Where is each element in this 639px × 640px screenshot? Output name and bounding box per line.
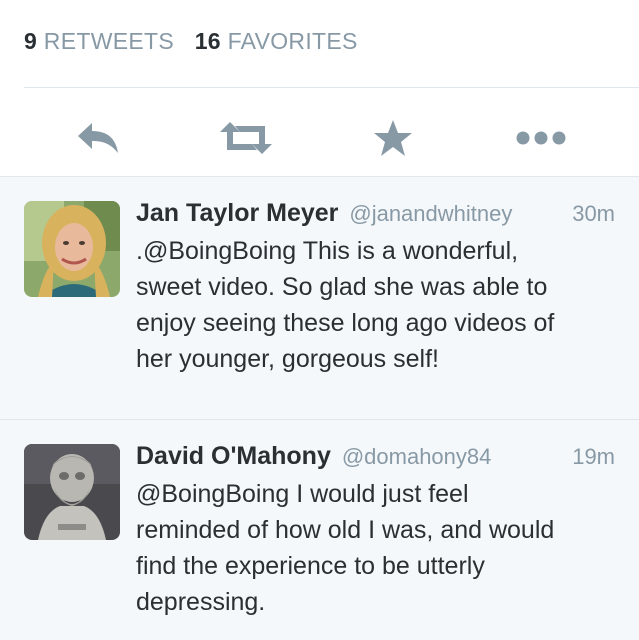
favorites-label[interactable]: FAVORITES (228, 28, 358, 54)
more-icon (516, 131, 566, 145)
timestamp: 30m (572, 201, 615, 226)
author-name[interactable]: David O'Mahony (136, 442, 331, 470)
reply-text-line: enjoy seeing these long ago videos of (136, 309, 555, 337)
reply-text-line: .@BoingBoing This is a wonderful, (136, 237, 519, 265)
avatar[interactable] (24, 201, 120, 297)
more-button[interactable] (513, 110, 569, 166)
retweet-icon (220, 122, 272, 154)
retweets-count[interactable]: 9 (24, 28, 37, 54)
author-handle[interactable]: @janandwhitney (349, 201, 512, 226)
tweet-action-bar (0, 100, 639, 176)
replies-list: Jan Taylor Meyer @janandwhitney 30m .@Bo… (0, 176, 639, 640)
star-icon (374, 120, 412, 156)
avatar-image-bust (24, 444, 120, 540)
favorite-button[interactable] (365, 110, 421, 166)
reply-text: @BoingBoing I would just feel reminded o… (136, 476, 615, 620)
stats-divider (24, 87, 639, 88)
reply-button[interactable] (70, 110, 126, 166)
tweet-stats: 9 RETWEETS 16 FAVORITES (24, 28, 358, 55)
reply-header: David O'Mahony @domahony84 19m (136, 442, 615, 471)
reply-text: .@BoingBoing This is a wonderful, sweet … (136, 233, 615, 377)
reply-icon (78, 123, 118, 153)
timestamp: 19m (572, 444, 615, 469)
avatar[interactable] (24, 444, 120, 540)
favorites-count[interactable]: 16 (195, 28, 221, 54)
author-handle[interactable]: @domahony84 (342, 444, 492, 469)
avatar-image-woman (24, 201, 120, 297)
retweets-label[interactable]: RETWEETS (44, 28, 174, 54)
reply-text-line: find the experience to be utterly (136, 552, 485, 580)
retweet-button[interactable] (218, 110, 274, 166)
reply-text-line: her younger, gorgeous self! (136, 345, 439, 373)
reply-text-line: depressing. (136, 588, 266, 616)
reply-text-line: sweet video. So glad she was able to (136, 273, 548, 301)
reply-text-line: reminded of how old I was, and would (136, 516, 555, 544)
reply-text-line: @BoingBoing I would just feel (136, 480, 469, 508)
reply-header: Jan Taylor Meyer @janandwhitney 30m (136, 199, 615, 228)
reply-item[interactable]: Jan Taylor Meyer @janandwhitney 30m .@Bo… (0, 177, 639, 419)
reply-item[interactable]: David O'Mahony @domahony84 19m @BoingBoi… (0, 420, 639, 640)
author-name[interactable]: Jan Taylor Meyer (136, 199, 338, 227)
